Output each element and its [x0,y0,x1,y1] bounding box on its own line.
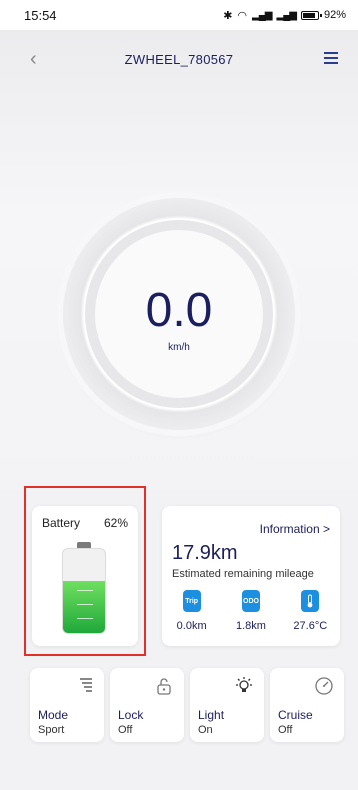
status-time: 15:54 [24,7,57,23]
cruise-label: Cruise [278,708,313,722]
remaining-mileage: 17.9km [172,542,238,564]
trip-icon: Trip [182,590,201,612]
battery-label: Battery [42,516,81,530]
menu-icon[interactable] [324,52,338,64]
mode-value: Sport [38,724,65,736]
signal-icon: ▂▄▆ [252,9,272,21]
back-chevron-icon[interactable]: ‹ [30,48,37,71]
wifi-icon: ◠ [237,9,248,22]
light-button[interactable]: Light On [190,668,264,742]
battery-percent: 62% [103,516,128,530]
lock-value: Off [118,724,133,736]
stats-row: Trip 0.0km ODO 1.8km 27.6°C [162,590,340,632]
remaining-mileage-label: Estimated remaining mileage [172,568,314,580]
stat-temperature: 27.6°C [282,590,338,632]
status-icons: ✱ ◠ ▂▄▆ ▂▄▆ 92% [223,9,346,22]
battery-fill [63,580,105,633]
unlock-icon [157,678,171,695]
status-bar: 15:54 ✱ ◠ ▂▄▆ ▂▄▆ 92% [0,0,358,30]
battery-card[interactable]: Battery 62% [32,506,138,646]
battery-status-icon [300,10,322,20]
odo-icon: ODO [241,590,260,612]
light-value: On [198,724,213,736]
lock-button[interactable]: Lock Off [110,668,184,742]
battery-level-icon [62,542,106,634]
information-link[interactable]: Information > [260,522,330,536]
trip-value: 0.0km [176,620,207,632]
mode-label: Mode [38,708,69,722]
odo-value: 1.8km [236,620,266,632]
temperature-value: 27.6°C [293,620,328,632]
speed-value: 0.0 [145,284,213,337]
bluetooth-icon: ✱ [223,9,233,22]
cruise-button[interactable]: Cruise Off [270,668,344,742]
cruise-value: Off [278,724,293,736]
nav-bar: ‹ ZWHEEL_780567 [0,44,358,74]
speedometer-icon [315,677,333,695]
stat-trip: Trip 0.0km [164,590,220,632]
mode-button[interactable]: Mode Sport [30,668,104,742]
controls-row: Mode Sport Lock Off Light On Cruise Off [30,668,350,742]
signal-bars-icon [80,678,92,692]
lightbulb-icon [236,677,252,692]
page-title: ZWHEEL_780567 [124,51,234,67]
speed-unit: km/h [168,342,190,353]
light-label: Light [198,708,225,722]
signal-2-icon: ▂▄▆ [276,9,297,21]
info-card: Information > 17.9km Estimated remaining… [162,506,340,646]
thermometer-icon [301,590,320,612]
status-battery-percent: 92% [323,9,346,21]
stat-odo: ODO 1.8km [223,590,279,632]
lock-label: Lock [118,708,144,722]
